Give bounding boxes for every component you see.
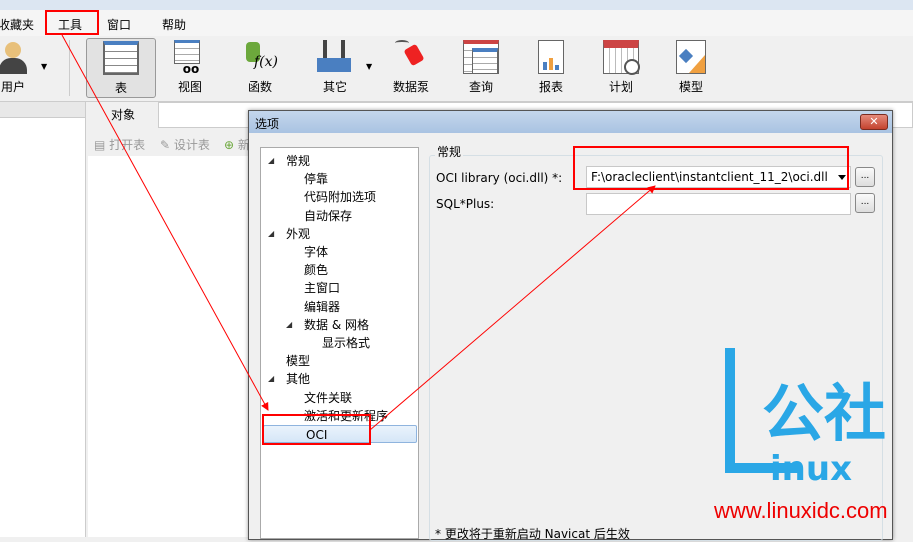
- svg-text:inux: inux: [770, 449, 852, 489]
- arrow-to-path: [369, 185, 656, 431]
- watermark-logo: 公社 inux www.linuxidc.com: [710, 340, 913, 537]
- watermark-url: www.linuxidc.com: [714, 498, 888, 523]
- svg-text:公社: 公社: [762, 377, 886, 450]
- arrow-to-oci: [61, 34, 269, 411]
